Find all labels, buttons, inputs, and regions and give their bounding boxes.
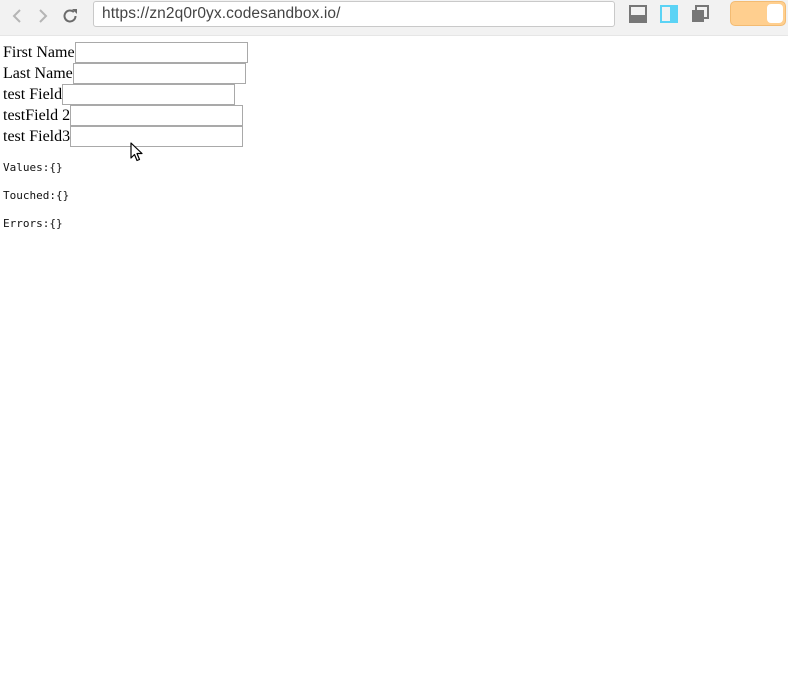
test-field-2-label: testField 2 [3, 107, 71, 124]
back-button[interactable] [6, 5, 28, 27]
reload-icon [63, 9, 77, 23]
layout-split-icon [660, 5, 678, 23]
last-name-label: Last Name [3, 65, 73, 82]
browser-toolbar: https://zn2q0r0yx.codesandbox.io/ [0, 0, 788, 36]
toggle-knob [767, 4, 783, 23]
errors-debug-text: Errors:{} [3, 217, 63, 230]
toggle-switch[interactable] [730, 1, 786, 26]
test-field-3-label: test Field3 [3, 128, 71, 145]
touched-debug-text: Touched:{} [3, 189, 70, 202]
form-row-first-name: First Name [3, 42, 248, 63]
chevron-left-icon [12, 9, 21, 23]
layout-bottom-icon [629, 5, 647, 23]
address-bar[interactable]: https://zn2q0r0yx.codesandbox.io/ [93, 1, 615, 27]
layout-stack-icon [692, 5, 709, 22]
form-row-test-field: test Field [3, 84, 236, 105]
form-row-last-name: Last Name [3, 63, 246, 84]
first-name-label: First Name [3, 44, 75, 61]
test-field-3-input[interactable] [70, 126, 244, 147]
test-field-label: test Field [3, 86, 63, 103]
mouse-pointer-icon [130, 142, 143, 162]
values-debug-text: Values:{} [3, 161, 63, 174]
last-name-input[interactable] [72, 63, 246, 84]
layout-stack-button[interactable] [690, 4, 710, 24]
reload-button[interactable] [59, 5, 81, 27]
layout-bottom-button[interactable] [628, 4, 648, 24]
layout-split-button[interactable] [659, 4, 679, 24]
test-field-input[interactable] [62, 84, 236, 105]
chevron-right-icon [39, 9, 48, 23]
test-field-2-input[interactable] [70, 105, 244, 126]
forward-button[interactable] [32, 5, 54, 27]
first-name-input[interactable] [74, 42, 248, 63]
form-row-test-field-3: test Field3 [3, 126, 244, 147]
url-text: https://zn2q0r0yx.codesandbox.io/ [102, 5, 341, 22]
form-row-test-field-2: testField 2 [3, 105, 244, 126]
